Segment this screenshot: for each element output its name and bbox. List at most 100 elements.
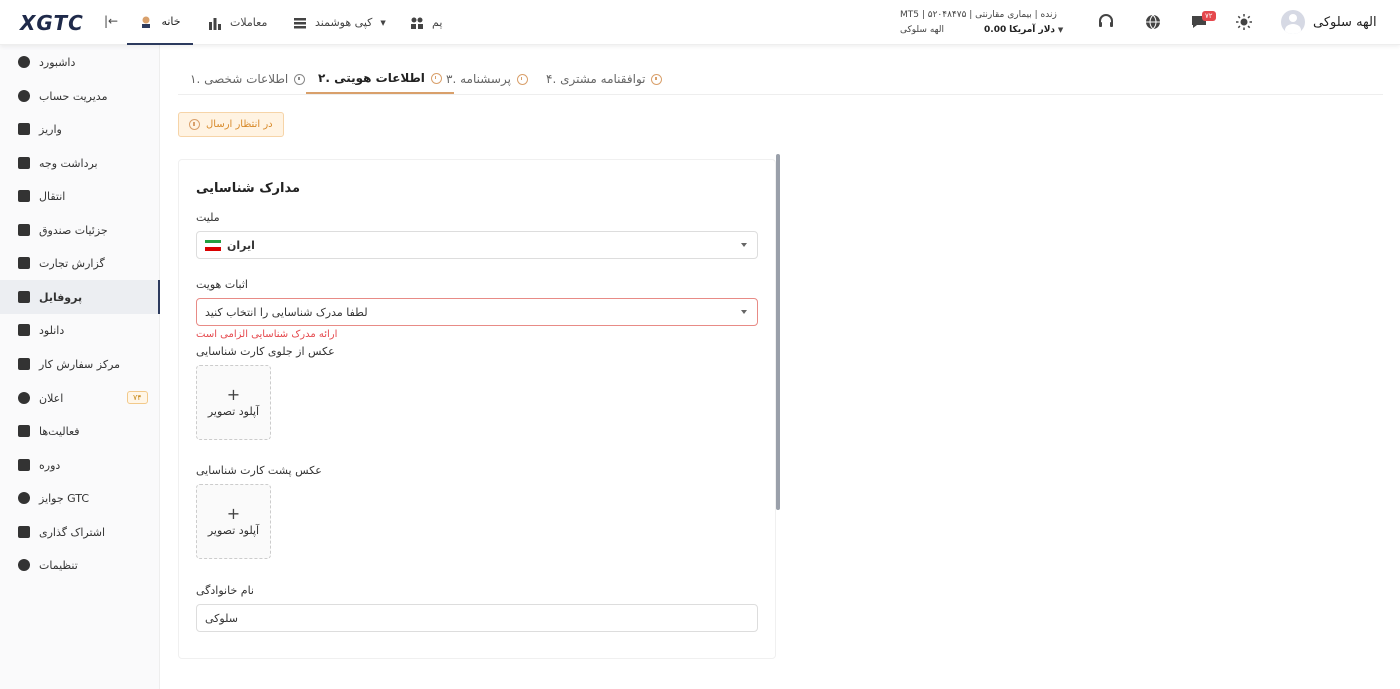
lastname-input[interactable]: سلوکی — [196, 604, 758, 632]
chevron-down-icon: ▼ — [380, 18, 386, 27]
step-tabs: ۱. اطلاعات شخصی ۲. اطلاعات هویتی ۳. پرسش… — [178, 64, 1383, 95]
tab-customer-agreement[interactable]: ۴. توافقنامه مشتری — [546, 64, 663, 94]
nav-home[interactable]: خانه — [127, 0, 193, 45]
back-photo-label: عکس پشت کارت شناسایی — [196, 464, 322, 477]
status-text: در انتظار ارسال — [206, 119, 273, 130]
sidebar-item-download[interactable]: دانلود — [0, 313, 160, 347]
nav-trades-label: معاملات — [230, 16, 268, 29]
sidebar-item-work-order[interactable]: مرکز سفارش کار — [0, 347, 160, 381]
sidebar-item-label: تنظیمات — [39, 558, 78, 572]
nav-pamm-label: پم — [432, 16, 443, 29]
sidebar-item-label: اشتراک گذاری — [39, 525, 106, 539]
headset-icon[interactable] — [1097, 13, 1115, 31]
profile-icon — [18, 291, 30, 303]
sidebar-item-fund-details[interactable]: جزئیات صندوق — [0, 213, 160, 247]
nationality-value: ایران — [227, 238, 255, 252]
nav-copy-trading[interactable]: کپی هوشمند ▼ — [293, 0, 386, 45]
sidebar-item-label: جوایز GTC — [39, 491, 90, 505]
account-line: MT5 | زنده | بیماری مقارنتی | ۵۲۰۴۸۴۷۵ — [900, 10, 1057, 20]
nav-pamm[interactable]: پم — [410, 0, 442, 45]
sidebar-item-label: گزارش تجارت — [39, 256, 105, 270]
sidebar-item-label: داشبورد — [39, 55, 76, 69]
user-menu[interactable]: الهه سلوکی — [1281, 10, 1377, 34]
report-icon — [18, 257, 30, 269]
info-icon — [651, 73, 663, 85]
id-proof-placeholder: لطفا مدرک شناسایی را انتخاب کنید — [205, 305, 368, 319]
sidebar-item-trade-report[interactable]: گزارش تجارت — [0, 246, 160, 280]
nav-copy-trading-label: کپی هوشمند — [315, 16, 373, 29]
sidebar-item-settings[interactable]: تنظیمات — [0, 548, 160, 582]
sidebar-item-label: فعالیت‌ها — [39, 424, 80, 438]
sidebar-item-deposit[interactable]: واریز — [0, 112, 160, 146]
front-photo-upload[interactable]: + آپلود تصویر — [196, 365, 271, 440]
sidebar-item-activities[interactable]: فعالیت‌ها — [0, 414, 160, 448]
sidebar-item-withdrawal[interactable]: برداشت وجه — [0, 146, 160, 180]
sidebar-item-label: اعلان — [39, 391, 64, 405]
account-summary[interactable]: MT5 | زنده | بیماری مقارنتی | ۵۲۰۴۸۴۷۵ ا… — [900, 8, 1063, 38]
globe-icon[interactable] — [1144, 13, 1162, 31]
sidebar-item-transfer[interactable]: انتقال — [0, 179, 160, 213]
book-icon — [18, 459, 30, 471]
lastname-value: سلوکی — [205, 611, 238, 625]
avatar — [1281, 10, 1305, 34]
sidebar-item-label: واریز — [39, 122, 62, 136]
sidebar-item-label: دوره — [39, 458, 61, 472]
notification-count-badge: ۷۴ — [127, 391, 148, 404]
list-icon — [293, 16, 307, 30]
transfer-icon — [18, 190, 30, 202]
tab-questionnaire[interactable]: ۳. پرسشنامه — [446, 64, 528, 94]
chevron-down-icon: ▼ — [1057, 26, 1064, 34]
home-icon — [139, 15, 153, 29]
nationality-select[interactable]: ایران — [196, 231, 758, 259]
sidebar-item-gtc-rewards[interactable]: جوایز GTC — [0, 481, 160, 515]
info-icon — [430, 72, 442, 84]
download-icon — [18, 324, 30, 336]
sidebar-item-label: جزئیات صندوق — [39, 223, 108, 237]
notification-badge: ۷۲ — [1202, 11, 1216, 21]
tab-label: ۲. اطلاعات هویتی — [318, 71, 425, 85]
medal-icon — [18, 492, 30, 504]
account-currency: دلار آمریکا — [1009, 25, 1056, 35]
sidebar-item-label: انتقال — [39, 189, 66, 203]
tab-label: ۴. توافقنامه مشتری — [546, 72, 646, 86]
user-icon — [18, 90, 30, 102]
nav-trades[interactable]: معاملات — [208, 0, 267, 45]
sidebar-item-dashboard[interactable]: داشبورد — [0, 45, 160, 79]
sidebar-item-course[interactable]: دوره — [0, 448, 160, 482]
upload-label: آپلود تصویر — [207, 405, 260, 418]
sun-icon[interactable] — [1235, 13, 1253, 31]
collapse-sidebar-icon[interactable]: |← — [104, 14, 118, 28]
sidebar-item-label: دانلود — [39, 323, 65, 337]
sidebar-item-profile[interactable]: پروفایل — [0, 280, 160, 314]
card-icon — [18, 123, 30, 135]
chevron-down-icon — [741, 243, 747, 247]
nav-home-label: خانه — [161, 15, 181, 28]
sidebar-item-label: پروفایل — [39, 290, 83, 304]
sidebar-item-label: مرکز سفارش کار — [39, 357, 121, 371]
top-bar: XGTC |← خانه معاملات کپی هوشمند ▼ پم MT5… — [0, 0, 1400, 45]
status-badge: در انتظار ارسال — [178, 112, 284, 137]
plus-icon: + — [226, 385, 241, 404]
share-icon — [18, 526, 30, 538]
id-proof-select[interactable]: لطفا مدرک شناسایی را انتخاب کنید — [196, 298, 758, 326]
plus-icon: + — [226, 504, 241, 523]
scrollbar[interactable] — [776, 154, 780, 510]
upload-label: آپلود تصویر — [207, 524, 260, 537]
account-name: الهه سلوکی — [900, 25, 945, 35]
id-proof-label: اثبات هویت — [196, 278, 248, 291]
tab-personal-info[interactable]: ۱. اطلاعات شخصی — [190, 64, 306, 94]
users-icon — [410, 16, 424, 30]
account-balance: 0.00 — [984, 25, 1007, 35]
tab-identity-info[interactable]: ۲. اطلاعات هویتی — [306, 64, 454, 94]
bell-icon — [18, 392, 30, 404]
iran-flag-icon — [205, 239, 221, 251]
wallet-icon — [18, 157, 30, 169]
nationality-label: ملیت — [196, 211, 220, 224]
logo[interactable]: XGTC — [20, 11, 84, 35]
sidebar-item-notifications[interactable]: اعلان ۷۴ — [0, 381, 160, 415]
front-photo-label: عکس از جلوی کارت شناسایی — [196, 345, 335, 358]
sidebar-item-share[interactable]: اشتراک گذاری — [0, 515, 160, 549]
document-icon — [18, 224, 30, 236]
back-photo-upload[interactable]: + آپلود تصویر — [196, 484, 271, 559]
sidebar-item-account-management[interactable]: مدیریت حساب — [0, 79, 160, 113]
